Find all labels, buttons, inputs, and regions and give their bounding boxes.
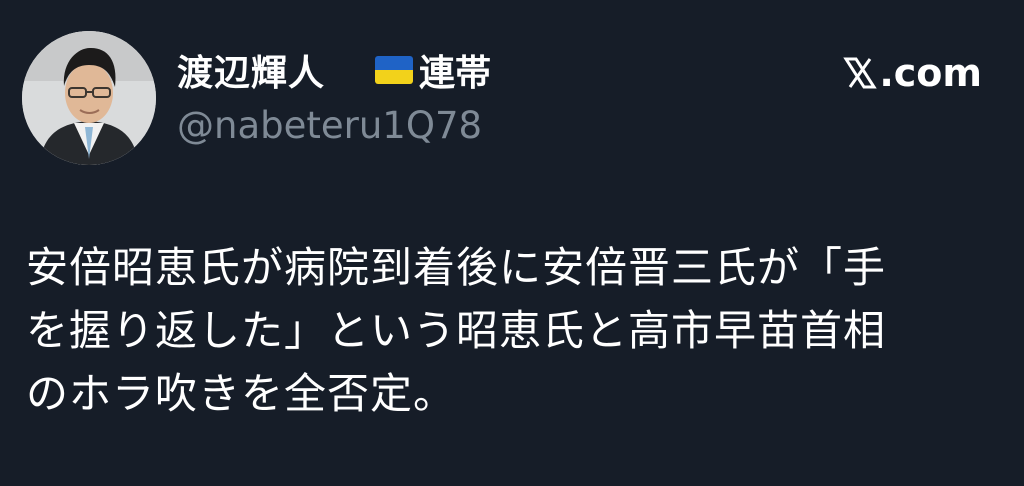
tweet-card: 渡辺輝人 連帯 @nabeteru1Q78 .com 安倍昭恵氏が病院到着後に安…	[0, 0, 1024, 486]
x-logo-icon	[843, 56, 878, 90]
tweet-text-line-1: 安倍昭恵氏が病院到着後に安倍晋三氏が「手	[26, 243, 887, 292]
avatar-portrait-icon	[22, 31, 156, 165]
x-brand-logo[interactable]: .com	[843, 50, 982, 96]
ukraine-flag-icon	[375, 56, 414, 84]
author-name-suffix: 連帯	[419, 53, 492, 94]
tweet-text-line-3: のホラ吹きを全否定。	[26, 369, 457, 418]
tweet-body: 安倍昭恵氏が病院到着後に安倍晋三氏が「手 を握り返した」という昭恵氏と高市早苗首…	[26, 236, 996, 425]
tweet-text-line-2: を握り返した」という昭恵氏と高市早苗首相	[26, 306, 887, 355]
brand-domain-text: .com	[879, 51, 982, 95]
author-name-row: 渡辺輝人 連帯	[177, 45, 491, 95]
profile-avatar[interactable]	[22, 31, 156, 165]
author-handle[interactable]: @nabeteru1Q78	[177, 104, 482, 147]
author-display-name[interactable]: 渡辺輝人	[177, 44, 325, 96]
